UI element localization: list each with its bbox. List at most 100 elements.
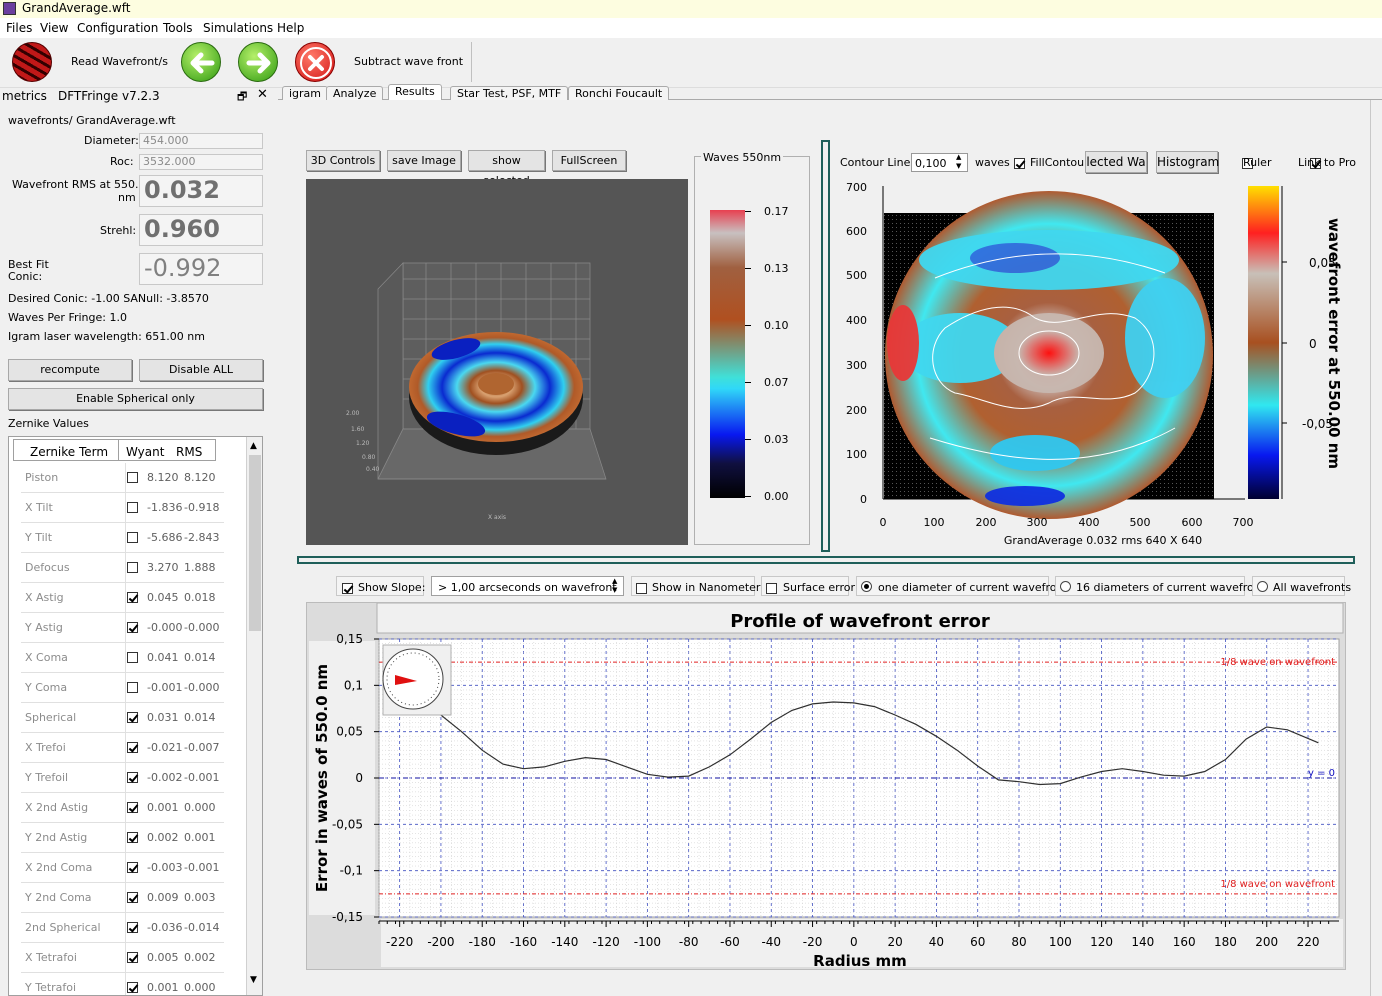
tab-star-test[interactable]: Star Test, PSF, MTF bbox=[450, 86, 569, 100]
y-tick-label: -0,05 bbox=[332, 817, 363, 831]
col-rms-header[interactable]: RMS bbox=[176, 445, 202, 459]
histogram-button[interactable]: Histogram bbox=[1156, 151, 1219, 173]
slope-spinbox[interactable]: > 1,00 arcseconds on wavefront ▲ ▼ bbox=[431, 576, 624, 596]
window-title: GrandAverage.wft bbox=[22, 1, 131, 15]
zernike-rms: -0.014 bbox=[184, 921, 220, 934]
show-selected-button[interactable]: show selected bbox=[468, 150, 545, 187]
zernike-checkbox[interactable] bbox=[127, 562, 138, 573]
wavefront-icon[interactable] bbox=[12, 42, 52, 82]
zernike-scrollbar[interactable]: ▲ ▼ bbox=[246, 437, 262, 995]
show-slope-checkbox[interactable] bbox=[342, 582, 353, 594]
col-wyant-header[interactable]: Wyant bbox=[126, 445, 164, 459]
selected-wave-button[interactable]: lected Wa bbox=[1085, 151, 1147, 173]
zernike-table: Zernike Term Wyant RMS Piston 8.120 8.120 X… bbox=[8, 436, 263, 996]
zernike-checkbox[interactable] bbox=[127, 622, 138, 633]
tab-analyze[interactable]: Analyze bbox=[326, 86, 384, 100]
menu-configuration[interactable]: Configuration bbox=[77, 21, 158, 35]
contour-plot[interactable]: 0 100 200 300 400 500 600 700 0 100 200 … bbox=[835, 178, 1355, 552]
zernike-checkbox[interactable] bbox=[127, 742, 138, 753]
all-wavefronts-group[interactable]: All wavefronts bbox=[1252, 576, 1351, 596]
zernike-checkbox[interactable] bbox=[127, 682, 138, 693]
zernike-checkbox[interactable] bbox=[127, 802, 138, 813]
sixteen-diameter-group[interactable]: 16 diameters of current wavefront bbox=[1055, 576, 1265, 596]
zernike-checkbox[interactable] bbox=[127, 892, 138, 903]
ruler-label: Ruler bbox=[1243, 156, 1272, 169]
scroll-up-icon[interactable]: ▲ bbox=[250, 441, 257, 451]
zernike-checkbox[interactable] bbox=[127, 532, 138, 543]
tab-results[interactable]: Results bbox=[388, 84, 442, 100]
recompute-button[interactable]: recompute bbox=[8, 359, 132, 381]
zernike-checkbox[interactable] bbox=[127, 832, 138, 843]
zernike-checkbox[interactable] bbox=[127, 592, 138, 603]
horizontal-splitter[interactable] bbox=[297, 556, 1355, 564]
scroll-down-icon[interactable]: ▼ bbox=[250, 975, 257, 985]
close-icon[interactable]: ✕ bbox=[257, 87, 268, 102]
zernike-checkbox[interactable] bbox=[127, 472, 138, 483]
subtract-wavefront-button[interactable]: Subtract wave front bbox=[354, 55, 463, 68]
slope-up-icon[interactable]: ▲ bbox=[612, 577, 617, 585]
menu-tools[interactable]: Tools bbox=[163, 21, 193, 35]
all-wavefronts-radio[interactable] bbox=[1257, 581, 1268, 592]
contour-y-tick: 100 bbox=[846, 448, 867, 461]
spin-down-icon[interactable]: ▼ bbox=[956, 162, 961, 170]
menu-simulations[interactable]: Simulations bbox=[203, 21, 273, 35]
zernike-checkbox[interactable] bbox=[127, 922, 138, 933]
menu-view[interactable]: View bbox=[40, 21, 68, 35]
surface-error-group[interactable]: Surface error bbox=[761, 576, 855, 596]
dock-title: DFTFringe v7.2.3 bbox=[58, 89, 160, 103]
fill-contour-label: FillContou bbox=[1030, 156, 1085, 169]
slope-value[interactable]: > 1,00 arcseconds on wavefront bbox=[438, 581, 617, 594]
dock-tab-metrics[interactable]: metrics bbox=[2, 89, 47, 103]
enable-spherical-button[interactable]: Enable Spherical only bbox=[8, 388, 263, 410]
contour-x-tick: 0 bbox=[880, 516, 887, 529]
next-arrow-icon[interactable] bbox=[238, 42, 278, 82]
zernike-checkbox[interactable] bbox=[127, 862, 138, 873]
zernike-checkbox[interactable] bbox=[127, 712, 138, 723]
contour-x-tick: 600 bbox=[1182, 516, 1203, 529]
read-wavefront-button[interactable]: Read Wavefront/s bbox=[71, 55, 168, 68]
zernike-checkbox[interactable] bbox=[127, 502, 138, 513]
slope-down-icon[interactable]: ▼ bbox=[612, 586, 617, 594]
profile-title: Profile of wavefront error bbox=[730, 611, 990, 632]
3d-controls-button[interactable]: 3D Controls bbox=[306, 150, 380, 171]
zernike-wyant: 0.041 bbox=[147, 651, 179, 664]
strehl-label: Strehl: bbox=[100, 224, 137, 237]
zernike-term: X 2nd Astig bbox=[25, 801, 89, 814]
one-diameter-radio[interactable] bbox=[861, 581, 872, 592]
menu-files[interactable]: Files bbox=[6, 21, 32, 35]
save-image-button[interactable]: save Image bbox=[387, 150, 461, 171]
tab-ronchi[interactable]: Ronchi Foucault bbox=[568, 86, 670, 100]
zernike-rms: 0.001 bbox=[184, 831, 216, 844]
zernike-checkbox[interactable] bbox=[127, 652, 138, 663]
laser-wavelength-text: Igram laser wavelength: 651.00 nm bbox=[8, 330, 205, 343]
legend-tick: 0.10 bbox=[764, 319, 789, 332]
toolbar: Read Wavefront/s Subtract wave front bbox=[0, 38, 1382, 88]
zernike-checkbox[interactable] bbox=[127, 952, 138, 963]
spin-up-icon[interactable]: ▲ bbox=[956, 153, 961, 161]
float-icon[interactable]: 🗗 bbox=[237, 88, 247, 107]
col-term-header[interactable]: Zernike Term bbox=[30, 445, 108, 459]
sixteen-diameter-radio[interactable] bbox=[1060, 581, 1071, 592]
scroll-thumb[interactable] bbox=[249, 455, 261, 631]
surface-error-checkbox[interactable] bbox=[766, 582, 777, 594]
fill-contour-checkbox[interactable] bbox=[1014, 157, 1025, 169]
zernike-checkbox[interactable] bbox=[127, 982, 138, 993]
disable-all-button[interactable]: Disable ALL bbox=[139, 359, 263, 381]
menu-help[interactable]: Help bbox=[277, 21, 304, 35]
nanometers-group[interactable]: Show in Nanometers bbox=[631, 576, 766, 596]
vertical-splitter[interactable] bbox=[821, 140, 830, 552]
one-diameter-group[interactable]: one diameter of current wavefront bbox=[856, 576, 1068, 596]
fullscreen-button[interactable]: FullScreen bbox=[552, 150, 626, 171]
profile-chart[interactable]: Profile of wavefront error 0,15 0,1 0,05 0 -… bbox=[306, 602, 1346, 970]
nanometers-checkbox[interactable] bbox=[636, 582, 647, 594]
contour-y-tick: 0 bbox=[860, 493, 867, 506]
show-slope-group[interactable]: Show Slope: bbox=[336, 576, 425, 596]
3d-surface-view[interactable]: 2.00 1.60 1.20 0.80 0.40 X axis bbox=[306, 179, 688, 545]
roc-label: Roc: bbox=[110, 155, 134, 168]
previous-arrow-icon[interactable] bbox=[181, 42, 221, 82]
tab-igram[interactable]: igram bbox=[282, 86, 329, 100]
contour-lines-spinbox[interactable]: 0,100 ▲ ▼ bbox=[911, 153, 968, 172]
delete-icon[interactable] bbox=[295, 42, 335, 82]
contour-lines-value[interactable]: 0,100 bbox=[915, 157, 947, 170]
zernike-checkbox[interactable] bbox=[127, 772, 138, 783]
